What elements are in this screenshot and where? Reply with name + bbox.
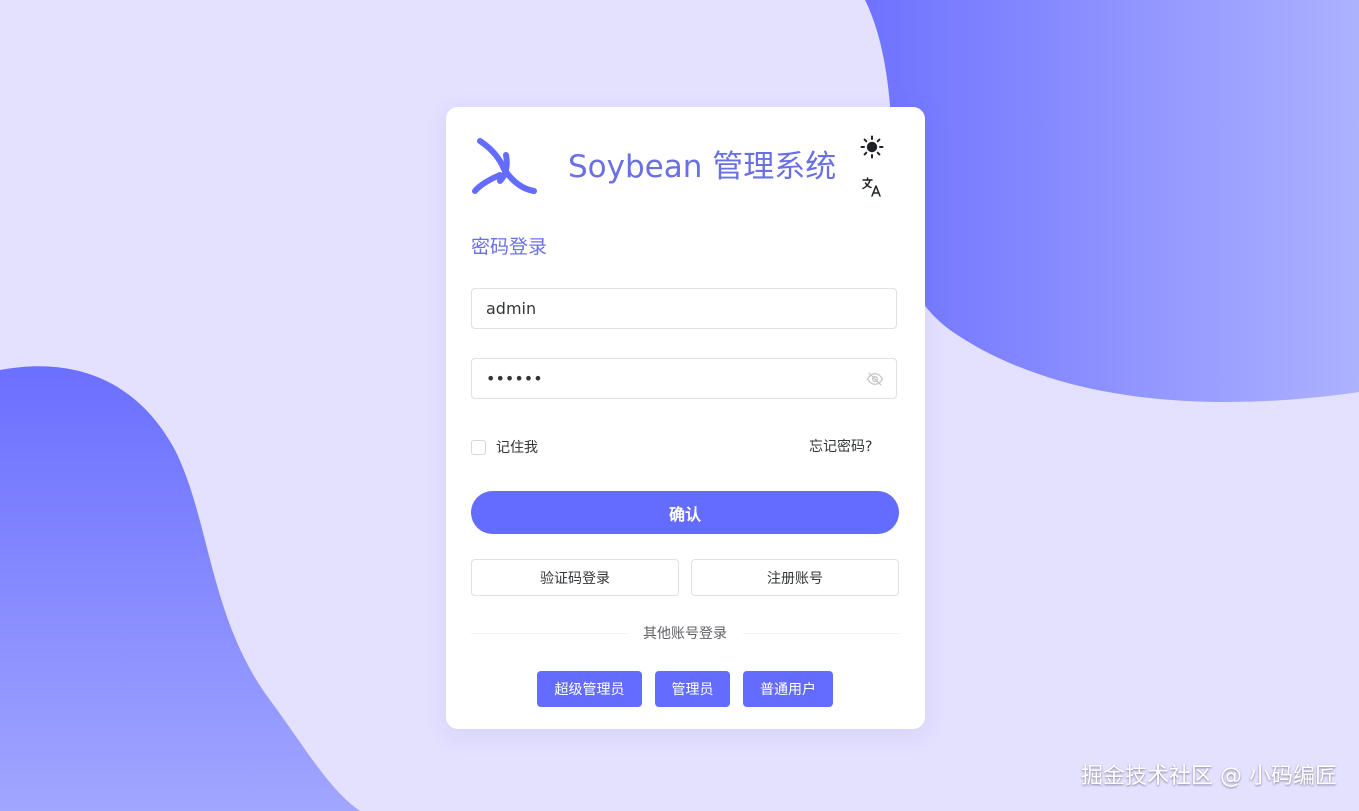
forgot-password-link[interactable]: 忘记密码?: [809, 437, 872, 457]
brand-title: Soybean 管理系统: [568, 149, 837, 185]
login-type-title: 密码登录: [471, 236, 548, 258]
register-button[interactable]: 注册账号: [691, 559, 899, 596]
code-login-button[interactable]: 验证码登录: [471, 559, 679, 596]
username-field[interactable]: [471, 288, 897, 329]
login-card: Soybean 管理系统 密码登录 admin 记住我 忘记密码? 确认 验证码…: [446, 107, 925, 729]
divider-line-right: [743, 632, 899, 634]
confirm-button[interactable]: 确认: [471, 491, 899, 534]
top-right-blob: [865, 0, 1359, 403]
password-input[interactable]: [486, 359, 856, 398]
super-admin-button[interactable]: 超级管理员: [537, 671, 642, 707]
remember-label: 记住我: [496, 440, 538, 456]
username-input[interactable]: [486, 289, 856, 328]
divider-line-left: [471, 632, 627, 634]
other-login-divider: 其他账号登录: [471, 621, 899, 645]
password-field[interactable]: [471, 358, 897, 399]
bottom-left-blob: [0, 366, 360, 811]
admin-button[interactable]: 管理员: [655, 671, 730, 707]
remember-checkbox[interactable]: [471, 439, 486, 455]
remember-me[interactable]: 记住我: [471, 437, 538, 457]
translate-icon[interactable]: [860, 175, 884, 199]
divider-label: 其他账号登录: [643, 626, 727, 642]
sun-icon[interactable]: [860, 135, 884, 159]
watermark: 掘金技术社区 @ 小码编匠: [1081, 764, 1337, 789]
eye-off-icon[interactable]: [866, 370, 884, 388]
user-button[interactable]: 普通用户: [743, 671, 833, 707]
soybean-logo-icon: [472, 138, 537, 194]
